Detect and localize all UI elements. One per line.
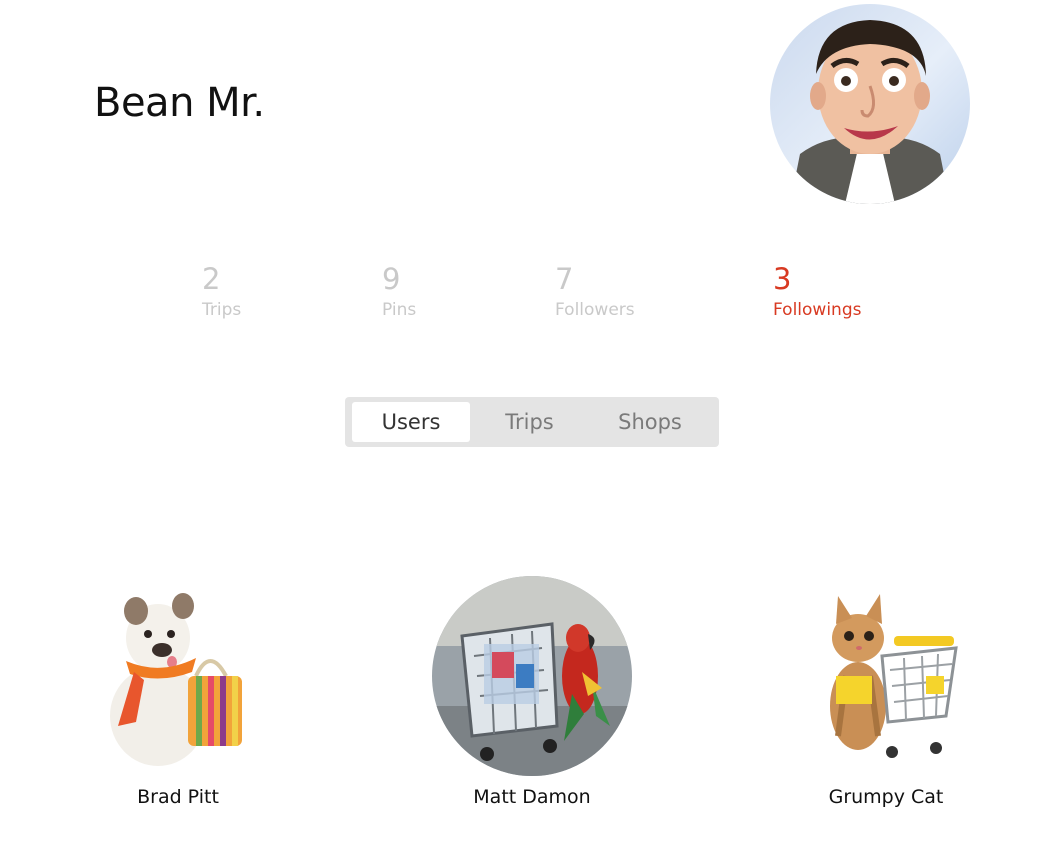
stat-followings-value: 3	[773, 262, 792, 296]
stat-trips-value: 2	[202, 262, 221, 296]
stat-pins[interactable]: 9 Pins	[382, 262, 416, 321]
stat-pins-label: Pins	[382, 300, 417, 320]
profile-name: Bean Mr.	[94, 80, 265, 126]
stat-followings-label: Followings	[773, 300, 862, 320]
user-name[interactable]: Grumpy Cat	[766, 786, 1006, 808]
user-card[interactable]: Grumpy Cat	[766, 576, 1006, 808]
user-avatar[interactable]	[432, 576, 632, 776]
tab-bar: Users Trips Shops	[345, 397, 719, 447]
tab-shops[interactable]: Shops	[590, 402, 710, 442]
user-card[interactable]: Brad Pitt	[58, 576, 298, 808]
stat-trips-label: Trips	[202, 300, 242, 320]
stat-followers[interactable]: 7 Followers	[555, 262, 635, 321]
stat-trips[interactable]: 2 Trips	[202, 262, 241, 321]
portrait-photo-icon	[790, 20, 950, 204]
stat-followers-label: Followers	[555, 300, 635, 320]
profile-avatar[interactable]	[770, 4, 970, 204]
tab-users[interactable]: Users	[352, 402, 470, 442]
kitten-with-cart-icon	[786, 576, 986, 776]
stat-followers-value: 7	[555, 262, 574, 296]
user-avatar[interactable]	[786, 576, 986, 776]
stat-followings[interactable]: 3 Followings	[773, 262, 861, 321]
user-card[interactable]: Matt Damon	[412, 576, 652, 808]
bulldog-with-bag-icon	[78, 576, 278, 776]
user-name[interactable]: Matt Damon	[412, 786, 652, 808]
user-name[interactable]: Brad Pitt	[58, 786, 298, 808]
parrot-with-cart-icon	[432, 576, 632, 776]
stat-pins-value: 9	[382, 262, 401, 296]
user-avatar[interactable]	[78, 576, 278, 776]
tab-trips[interactable]: Trips	[474, 402, 585, 442]
